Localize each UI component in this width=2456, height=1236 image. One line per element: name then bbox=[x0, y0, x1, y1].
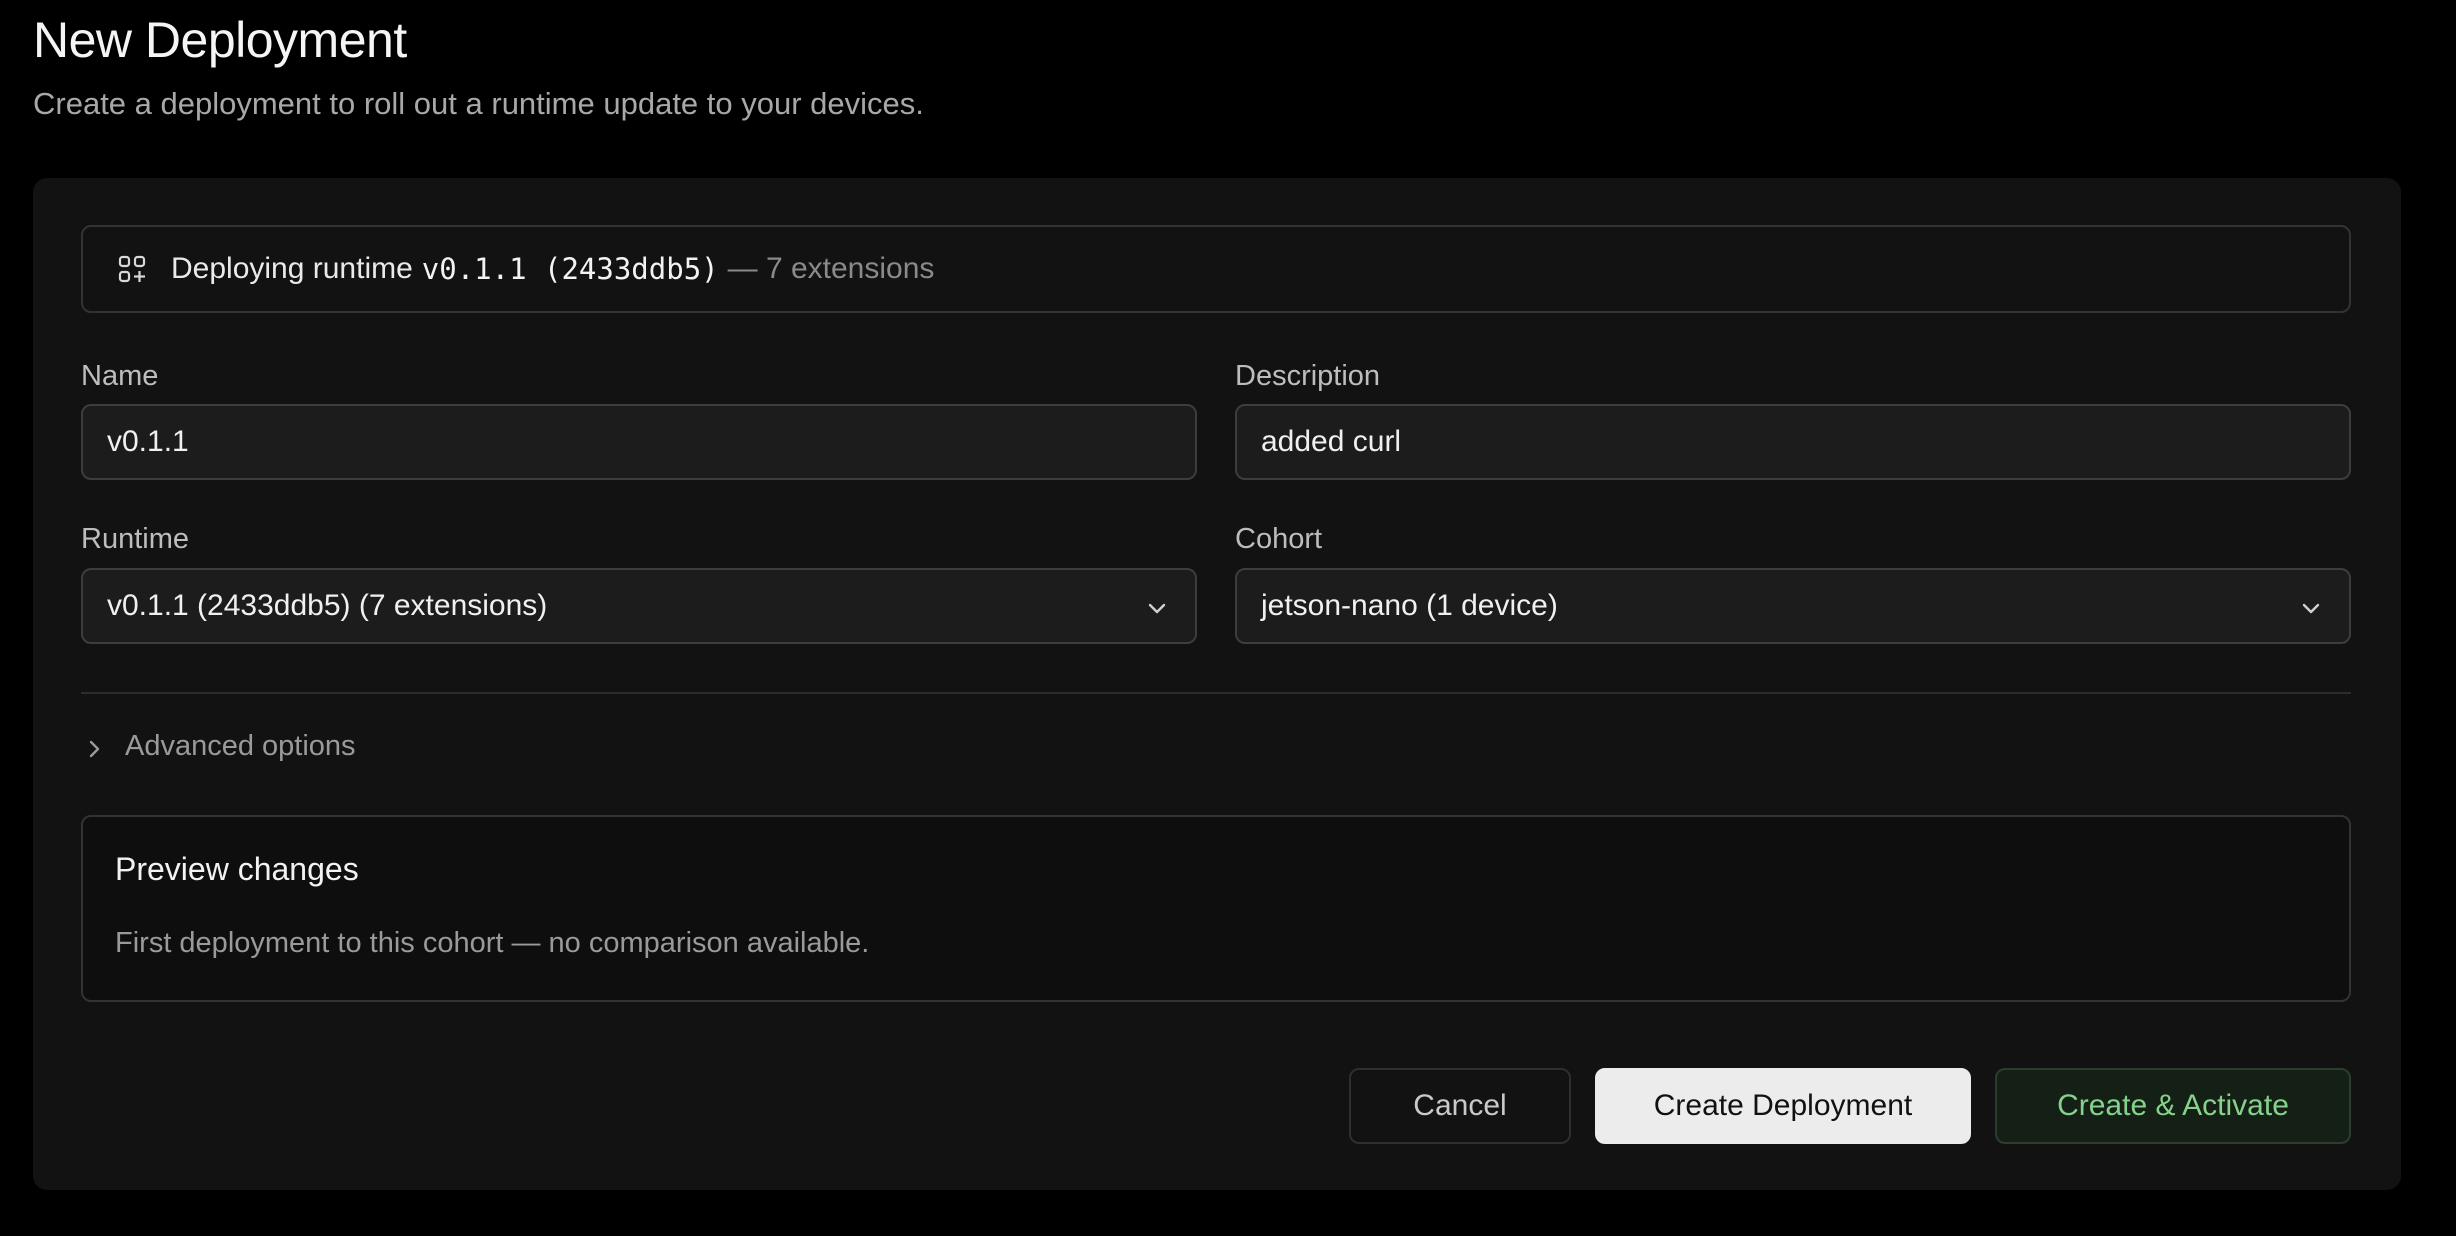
runtime-selected-value: v0.1.1 (2433ddb5) (7 extensions) bbox=[107, 589, 548, 622]
banner-runtime-ref: v0.1.1 (2433ddb5) bbox=[421, 252, 719, 286]
cohort-selected-value: jetson-nano (1 device) bbox=[1261, 589, 1558, 622]
page-subtitle: Create a deployment to roll out a runtim… bbox=[33, 86, 924, 121]
runtime-banner: Deploying runtime v0.1.1 (2433ddb5) — 7 … bbox=[81, 225, 2351, 313]
chevron-down-icon bbox=[1145, 594, 1169, 618]
name-field[interactable] bbox=[81, 404, 1197, 480]
banner-prefix: Deploying runtime bbox=[171, 252, 413, 285]
deployment-form-card: Deploying runtime v0.1.1 (2433ddb5) — 7 … bbox=[33, 178, 2401, 1190]
description-label: Description bbox=[1235, 360, 1381, 392]
name-input[interactable] bbox=[107, 425, 1195, 459]
page-title: New Deployment bbox=[33, 12, 407, 68]
runtime-label: Runtime bbox=[81, 523, 189, 555]
banner-extensions-count: — 7 extensions bbox=[727, 252, 935, 285]
advanced-options-label: Advanced options bbox=[125, 729, 356, 762]
preview-title: Preview changes bbox=[115, 851, 359, 887]
section-divider bbox=[81, 692, 2351, 694]
description-input[interactable] bbox=[1261, 425, 2349, 459]
runtime-select[interactable]: v0.1.1 (2433ddb5) (7 extensions) bbox=[81, 568, 1197, 644]
create-deployment-button[interactable]: Create Deployment bbox=[1595, 1068, 1971, 1144]
create-and-activate-button[interactable]: Create & Activate bbox=[1995, 1068, 2351, 1144]
description-field[interactable] bbox=[1235, 404, 2351, 480]
apps-add-icon bbox=[117, 254, 147, 284]
name-label: Name bbox=[81, 360, 159, 392]
cohort-select[interactable]: jetson-nano (1 device) bbox=[1235, 568, 2351, 644]
preview-changes-panel: Preview changes First deployment to this… bbox=[81, 815, 2351, 1002]
chevron-right-icon bbox=[83, 735, 105, 758]
chevron-down-icon bbox=[2299, 594, 2323, 618]
preview-message: First deployment to this cohort — no com… bbox=[115, 927, 870, 959]
cohort-label: Cohort bbox=[1235, 523, 1323, 555]
new-deployment-page: New Deployment Create a deployment to ro… bbox=[0, 0, 2456, 1236]
advanced-options-toggle[interactable]: Advanced options bbox=[83, 726, 356, 766]
cancel-button[interactable]: Cancel bbox=[1349, 1068, 1571, 1144]
